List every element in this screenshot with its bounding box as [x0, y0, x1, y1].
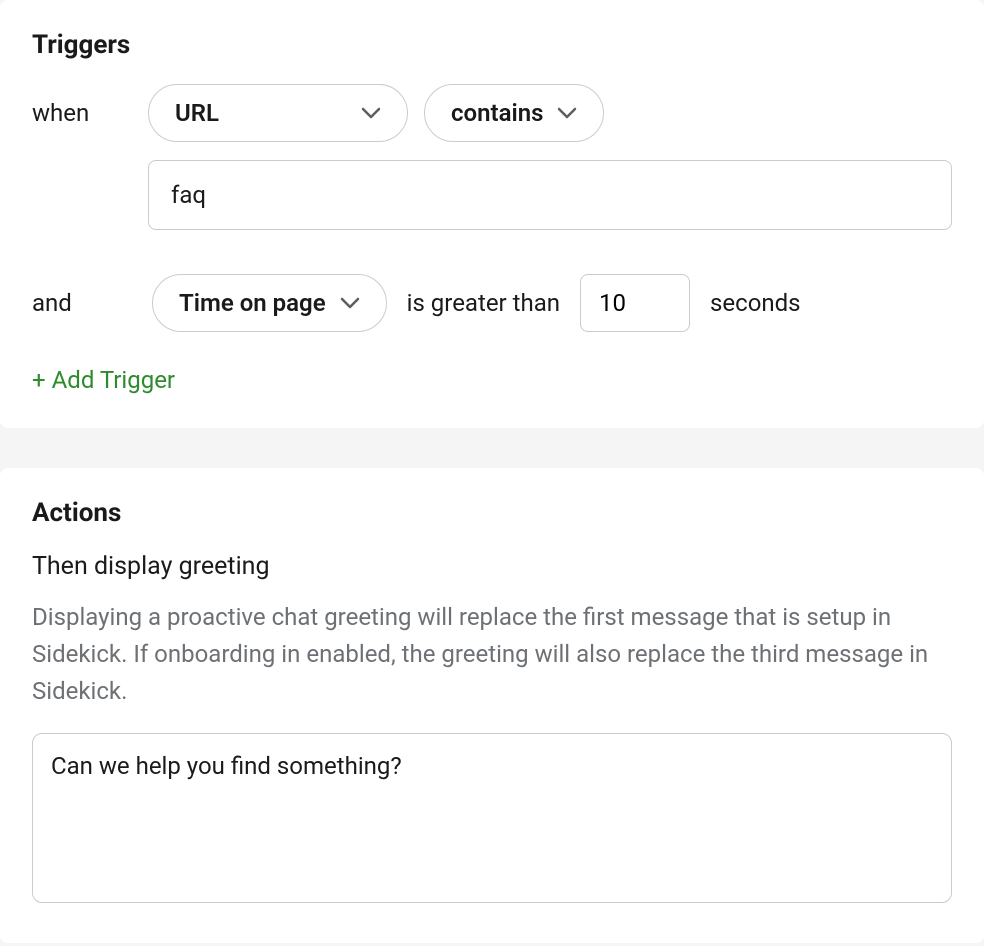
plus-icon: +	[32, 366, 46, 394]
trigger-match-select[interactable]: contains	[424, 84, 604, 142]
spacer	[32, 160, 148, 230]
trigger-value-input[interactable]	[148, 160, 952, 230]
actions-description: Displaying a proactive chat greeting wil…	[32, 599, 952, 711]
trigger-row-and: and Time on page is greater than seconds	[32, 274, 952, 332]
add-trigger-button[interactable]: + Add Trigger	[32, 366, 175, 394]
triggers-panel: Triggers when URL contains and Time on p…	[0, 0, 984, 428]
trigger-field-select-value: URL	[175, 99, 219, 127]
trigger-row-value	[32, 160, 952, 230]
trigger-number-input[interactable]	[580, 274, 690, 332]
triggers-title: Triggers	[32, 30, 952, 60]
actions-subtitle: Then display greeting	[32, 552, 952, 581]
trigger-metric-select[interactable]: Time on page	[152, 274, 387, 332]
chevron-down-icon	[340, 296, 360, 310]
actions-title: Actions	[32, 498, 952, 528]
trigger-field-select[interactable]: URL	[148, 84, 408, 142]
comparison-label: is greater than	[407, 289, 560, 317]
trigger-row-when: when URL contains	[32, 84, 952, 142]
trigger-match-select-value: contains	[451, 99, 543, 127]
unit-label: seconds	[710, 289, 801, 317]
and-label: and	[32, 289, 132, 317]
chevron-down-icon	[361, 106, 381, 120]
greeting-textarea[interactable]	[32, 733, 952, 903]
chevron-down-icon	[557, 106, 577, 120]
add-trigger-label: Add Trigger	[52, 366, 175, 394]
when-label: when	[32, 99, 132, 127]
trigger-metric-select-value: Time on page	[179, 289, 326, 317]
actions-panel: Actions Then display greeting Displaying…	[0, 468, 984, 943]
